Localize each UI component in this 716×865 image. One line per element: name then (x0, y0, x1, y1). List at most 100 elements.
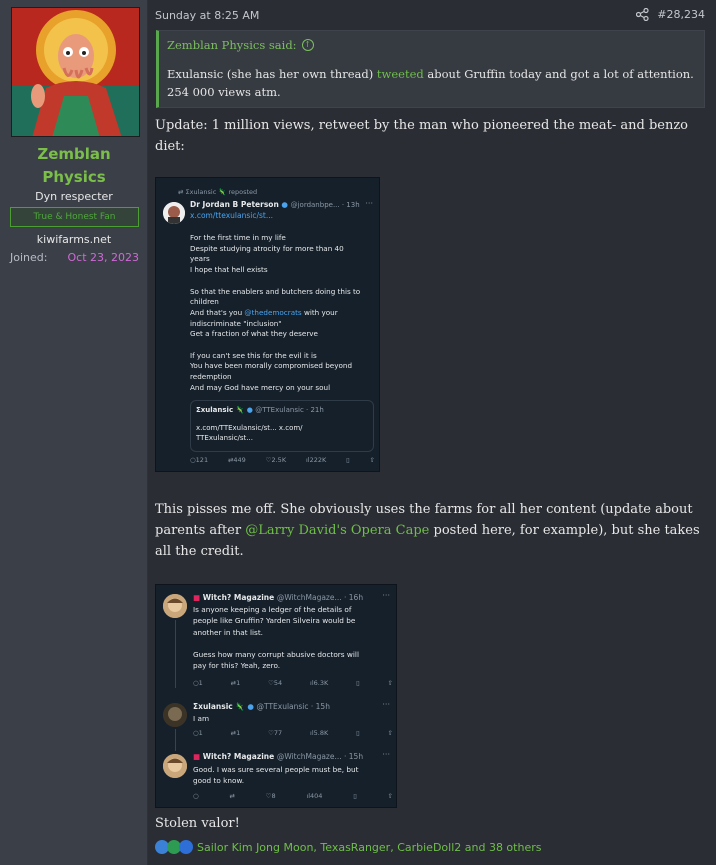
reaction-users[interactable]: Sailor Kim Jong Moon, TexasRanger, Carbi… (197, 841, 541, 854)
reply-count: ○1 (193, 729, 203, 737)
t2-stats: ○1 ⇄1 ♡77 ıl5.8K ▯ ⇧ (193, 729, 393, 737)
reply-count: ○1 (193, 679, 203, 687)
share-tweet-icon: ⇧ (387, 792, 393, 800)
tweet1-line: And that's you @thedemocrats with your (190, 308, 375, 319)
t3-line: Good. I was sure several people must be,… (193, 765, 359, 774)
user-banner: True & Honest Fan (10, 207, 139, 227)
t2-author: Σxulansic 🦎 (193, 702, 245, 711)
like-count: ♡77 (268, 729, 283, 737)
post-date[interactable]: Sunday at 8:25 AM (155, 9, 259, 22)
like-count-value: 54 (273, 679, 283, 687)
view-count: ıl404 (306, 792, 323, 800)
tweet1-line: And may God have mercy on your soul (190, 382, 331, 392)
more-icon: ··· (382, 750, 390, 759)
like-count: ♡8 (265, 792, 276, 800)
red-square-icon: ■ (193, 593, 201, 602)
info-reaction-icon (179, 840, 193, 854)
reply-icon: ○ (193, 792, 199, 800)
witch-avatar (163, 594, 187, 618)
retweet-count: ⇄1 (230, 729, 241, 737)
t1-stats: ○1 ⇄1 ♡54 ıl6.3K ▯ ⇧ (193, 679, 393, 687)
t1-handle: @WitchMagaze... · 16h (276, 593, 364, 602)
user-avatar[interactable] (11, 7, 140, 137)
view-count-value: 222K (309, 456, 327, 464)
like-count-value: 8 (271, 792, 276, 800)
view-count: ıl6.3K (310, 679, 329, 687)
t2-handle: @TTExulansic · 15h (256, 702, 330, 711)
quoted-author-row: Σxulansic 🦎 ● @TTExulansic · 21h (196, 406, 324, 414)
t3-author: Witch? Magazine (202, 752, 275, 761)
tweet1-line: I hope that hell exists (190, 265, 268, 275)
t3-stats: ○ ⇄ ♡8 ıl404 ▯ ⇧ (193, 792, 393, 800)
peterson-avatar-image (163, 202, 185, 224)
bookmark-icon: ▯ (356, 729, 360, 737)
more-icon: ··· (382, 700, 390, 709)
tweet-screenshot-1[interactable]: ⇄ Σxulansic 🦎 reposted Dr Jordan B Peter… (155, 177, 380, 472)
view-count: ıl222K (305, 456, 327, 464)
view-count-value: 404 (310, 792, 323, 800)
joined-date: Oct 23, 2023 (67, 251, 140, 264)
t1-line: Is anyone keeping a ledger of the detail… (193, 605, 352, 614)
bookmark-icon: ▯ (353, 792, 357, 800)
tweet1-stats: ○121 ⇄449 ♡2.5K ıl222K ▯ ⇧ (190, 456, 375, 464)
user-title: Dyn respecter (35, 190, 113, 203)
tweet1-line: indiscriminate "inclusion" (190, 318, 282, 328)
quote-author[interactable]: Zemblan Physics said: (167, 38, 297, 52)
reply-count-value: 1 (198, 679, 203, 687)
reactions-bar[interactable]: Sailor Kim Jong Moon, TexasRanger, Carbi… (155, 840, 541, 854)
mention-link[interactable]: @Larry David's Opera Cape (245, 523, 429, 538)
witch-avatar (163, 754, 187, 778)
tweet1-body: For the first time in my life Despite st… (190, 233, 375, 394)
retweet-count: ⇄1 (230, 679, 241, 687)
verified-icon: ● (281, 200, 288, 209)
tweet1-line: Get a fraction of what they deserve (190, 329, 318, 339)
quote-header[interactable]: Zemblan Physics said: ↑ (167, 38, 314, 52)
reaction-icons (155, 840, 193, 854)
more-icon: ··· (365, 199, 373, 208)
t1-line: people like Gruffin? Yarden Silveira wou… (193, 616, 356, 626)
bookmark-icon: ▯ (346, 456, 350, 464)
peterson-avatar (163, 202, 185, 224)
thread-line (175, 620, 176, 688)
tweet1-handle: @jordanbpe... · 13h (290, 201, 360, 209)
witch-avatar-image (163, 594, 187, 618)
repost-label: ⇄ Σxulansic 🦎 reposted (178, 188, 258, 196)
user-panel: Zemblan Physics Dyn respecter True & Hon… (0, 0, 148, 865)
post-number[interactable]: #28,234 (657, 8, 705, 21)
username-line1[interactable]: Zemblan (0, 143, 148, 166)
quote-link-tweeted[interactable]: tweeted (377, 67, 424, 81)
t3-body: Good. I was sure several people must be,… (193, 764, 393, 786)
tweet1-line: years (190, 254, 210, 264)
tweet1-gap (190, 276, 375, 287)
t2-body: I am (193, 714, 210, 723)
reply-count: ○121 (190, 456, 209, 464)
t3-line: good to know. (193, 776, 245, 785)
like-count-value: 2.5K (271, 456, 287, 464)
retweet-count: ⇄449 (227, 456, 246, 464)
tweet1-line: If you can't see this for the evil it is (190, 350, 317, 360)
t3-author-row: ■ Witch? Magazine @WitchMagaze... · 15h (193, 752, 363, 761)
quote-text-part1: Exulansic (she has her own thread) (167, 67, 377, 81)
like-count: ♡54 (268, 679, 283, 687)
t1-body: Is anyone keeping a ledger of the detail… (193, 604, 393, 672)
more-icon: ··· (382, 591, 390, 600)
arrow-up-circle-icon[interactable]: ↑ (301, 39, 314, 51)
tweet-screenshot-2[interactable]: ■ Witch? Magazine @WitchMagaze... · 16h … (155, 584, 397, 808)
second-paragraph: This pisses me off. She obviously uses t… (155, 499, 710, 562)
t1-author: Witch? Magazine (202, 593, 275, 602)
red-square-icon: ■ (193, 752, 201, 761)
username[interactable]: Zemblan Physics (0, 143, 148, 189)
retweet-count-value: 1 (236, 729, 241, 737)
bookmark-icon: ▯ (356, 679, 360, 687)
retweet-icon: ⇄ (229, 792, 235, 800)
view-count: ıl5.8K (310, 729, 329, 737)
verified-icon: ● (247, 702, 254, 711)
quoted-handle: @TTExulansic · 21h (255, 406, 324, 414)
like-count: ♡2.5K (265, 456, 287, 464)
repost-text: Σxulansic 🦎 reposted (185, 188, 258, 196)
share-icon[interactable] (636, 8, 649, 21)
reply-count-value: 1 (198, 729, 203, 737)
tweet1-line: redemption (190, 372, 232, 382)
username-line2[interactable]: Physics (0, 166, 148, 189)
post-body: Sunday at 8:25 AM #28,234 Zemblan Physic… (148, 0, 716, 865)
